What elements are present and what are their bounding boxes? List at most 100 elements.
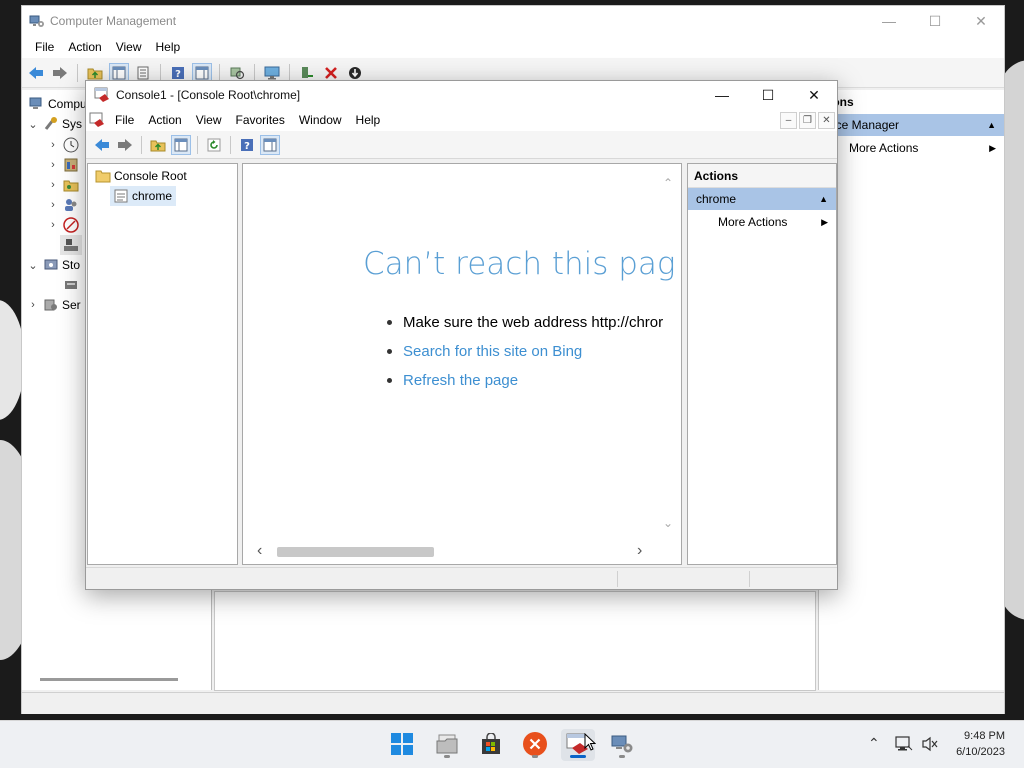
child-close-button[interactable]: ✕ [818, 112, 835, 129]
actions-header: Actions [688, 164, 836, 188]
c1-titlebar[interactable]: Console1 - [Console Root\chrome] — ☐ ✕ [86, 81, 837, 109]
tree-item-services[interactable]: › Ser [26, 295, 81, 315]
disk-management-icon [63, 277, 79, 293]
more-actions-item[interactable]: More Actions ▶ [819, 136, 1004, 160]
menu-file[interactable]: File [28, 40, 61, 54]
tree-item-computer-management[interactable]: Compu [26, 94, 87, 114]
suggestion-check-address: Make sure the web address http://chror [385, 308, 663, 337]
suggestion-refresh[interactable]: Refresh the page [385, 366, 663, 395]
tree-item-console-root[interactable]: Console Root [92, 166, 187, 186]
back-arrow-icon[interactable] [92, 135, 112, 155]
volume-muted-icon[interactable] [921, 736, 939, 755]
tree-label: Console Root [114, 169, 187, 183]
suggestion-search-bing[interactable]: Search for this site on Bing [385, 337, 663, 366]
tree-label: chrome [132, 189, 173, 203]
tree-item-event-viewer[interactable]: › [46, 155, 82, 175]
chevron-right-icon[interactable]: › [46, 179, 60, 191]
chevron-right-icon[interactable]: › [46, 219, 60, 231]
services-icon [43, 297, 59, 313]
chevron-down-icon[interactable]: ⌄ [26, 118, 40, 131]
caret-up-icon[interactable]: ▲ [819, 194, 828, 204]
close-button[interactable]: ✕ [958, 6, 1004, 36]
menu-window[interactable]: Window [292, 113, 349, 127]
shared-folders-icon [63, 177, 79, 193]
clock-time[interactable]: 9:48 PM [950, 730, 1005, 742]
menu-view[interactable]: View [109, 40, 149, 54]
chevron-up-icon[interactable]: ⌃ [868, 735, 880, 752]
clock-date[interactable]: 6/10/2023 [944, 746, 1005, 758]
taskbar-file-explorer[interactable] [430, 729, 464, 761]
child-minimize-button[interactable]: – [780, 112, 797, 129]
status-divider [617, 571, 618, 587]
taskbar-x-app[interactable] [518, 729, 552, 761]
refresh-icon[interactable] [204, 135, 224, 155]
scrollbar-thumb[interactable] [277, 547, 434, 557]
menu-favorites[interactable]: Favorites [229, 113, 292, 127]
taskbar-computer-management[interactable] [605, 729, 639, 761]
toolbar-separator [160, 63, 161, 82]
chevron-right-icon[interactable]: › [46, 199, 60, 211]
close-button[interactable]: ✕ [791, 81, 837, 109]
chevron-right-icon[interactable]: › [46, 139, 60, 151]
cm-menubar: File Action View Help [22, 36, 1004, 58]
horizontal-scrollbar[interactable] [40, 678, 178, 681]
up-folder-icon[interactable] [148, 135, 168, 155]
show-hide-action-pane-icon[interactable] [260, 134, 280, 155]
menu-action[interactable]: Action [141, 113, 188, 127]
scroll-down-icon[interactable]: ⌄ [663, 516, 673, 530]
menu-help[interactable]: Help [349, 113, 388, 127]
tree-item-local-users[interactable]: › [46, 195, 82, 215]
chevron-down-icon[interactable]: ⌄ [26, 259, 40, 272]
toolbar-separator [230, 135, 231, 154]
forward-arrow-icon[interactable] [50, 63, 70, 83]
minimize-button[interactable]: — [866, 6, 912, 36]
maximize-button[interactable]: ☐ [912, 6, 958, 36]
more-actions-item[interactable]: More Actions ▶ [688, 210, 836, 234]
child-restore-button[interactable]: ❐ [799, 112, 816, 129]
scroll-left-icon[interactable]: ‹ [257, 542, 262, 560]
status-divider [749, 571, 750, 587]
actions-section-device-manager[interactable]: vice Manager ▲ [819, 114, 1004, 136]
maximize-button[interactable]: ☐ [745, 81, 791, 109]
show-hide-tree-icon[interactable] [171, 134, 191, 155]
tree-item-system-tools[interactable]: ⌄ Sys [26, 114, 82, 134]
actions-section-chrome[interactable]: chrome ▲ [688, 188, 836, 210]
help-icon[interactable]: ? [237, 135, 257, 155]
mouse-cursor-icon [584, 732, 597, 754]
chevron-right-icon[interactable]: › [46, 159, 60, 171]
menu-action[interactable]: Action [61, 40, 108, 54]
network-icon[interactable] [895, 736, 913, 755]
cm-titlebar[interactable]: Computer Management — ☐ ✕ [22, 6, 1004, 36]
minimize-button[interactable]: — [699, 81, 745, 109]
chevron-right-icon[interactable]: › [26, 299, 40, 311]
users-icon [63, 197, 79, 213]
menu-file[interactable]: File [108, 113, 141, 127]
caret-up-icon[interactable]: ▲ [987, 120, 996, 130]
tree-item-disk-management[interactable] [60, 275, 82, 295]
c1-toolbar: ? [86, 131, 837, 159]
svg-text:?: ? [244, 141, 250, 152]
back-arrow-icon[interactable] [26, 63, 46, 83]
start-button[interactable] [385, 729, 419, 761]
web-content-pane: Can’t reach this pag Make sure the web a… [242, 163, 682, 565]
tree-item-chrome[interactable]: chrome [110, 186, 177, 206]
tree-item-device-manager[interactable] [60, 235, 82, 255]
refresh-page-link[interactable]: Refresh the page [403, 372, 518, 389]
window-title: Computer Management [50, 14, 177, 28]
tree-item-storage[interactable]: ⌄ Sto [26, 255, 80, 275]
menu-help[interactable]: Help [149, 40, 188, 54]
tree-item-shared-folders[interactable]: › [46, 175, 82, 195]
scroll-right-icon[interactable]: › [637, 542, 642, 560]
c1-actions-pane: Actions chrome ▲ More Actions ▶ [687, 163, 837, 565]
c1-menubar: File Action View Favorites Window Help [86, 109, 837, 131]
forward-arrow-icon[interactable] [115, 135, 135, 155]
horizontal-scrollbar[interactable]: ‹ › [257, 542, 647, 560]
tree-item-performance[interactable]: › [46, 215, 82, 235]
scroll-up-icon[interactable]: ⌃ [663, 176, 673, 190]
search-bing-link[interactable]: Search for this site on Bing [403, 343, 582, 360]
taskbar-store[interactable] [474, 729, 508, 761]
toolbar-separator [77, 63, 78, 82]
menu-view[interactable]: View [189, 113, 229, 127]
tree-item-task-scheduler[interactable]: › [46, 135, 82, 155]
error-heading: Can’t reach this pag [363, 246, 676, 282]
